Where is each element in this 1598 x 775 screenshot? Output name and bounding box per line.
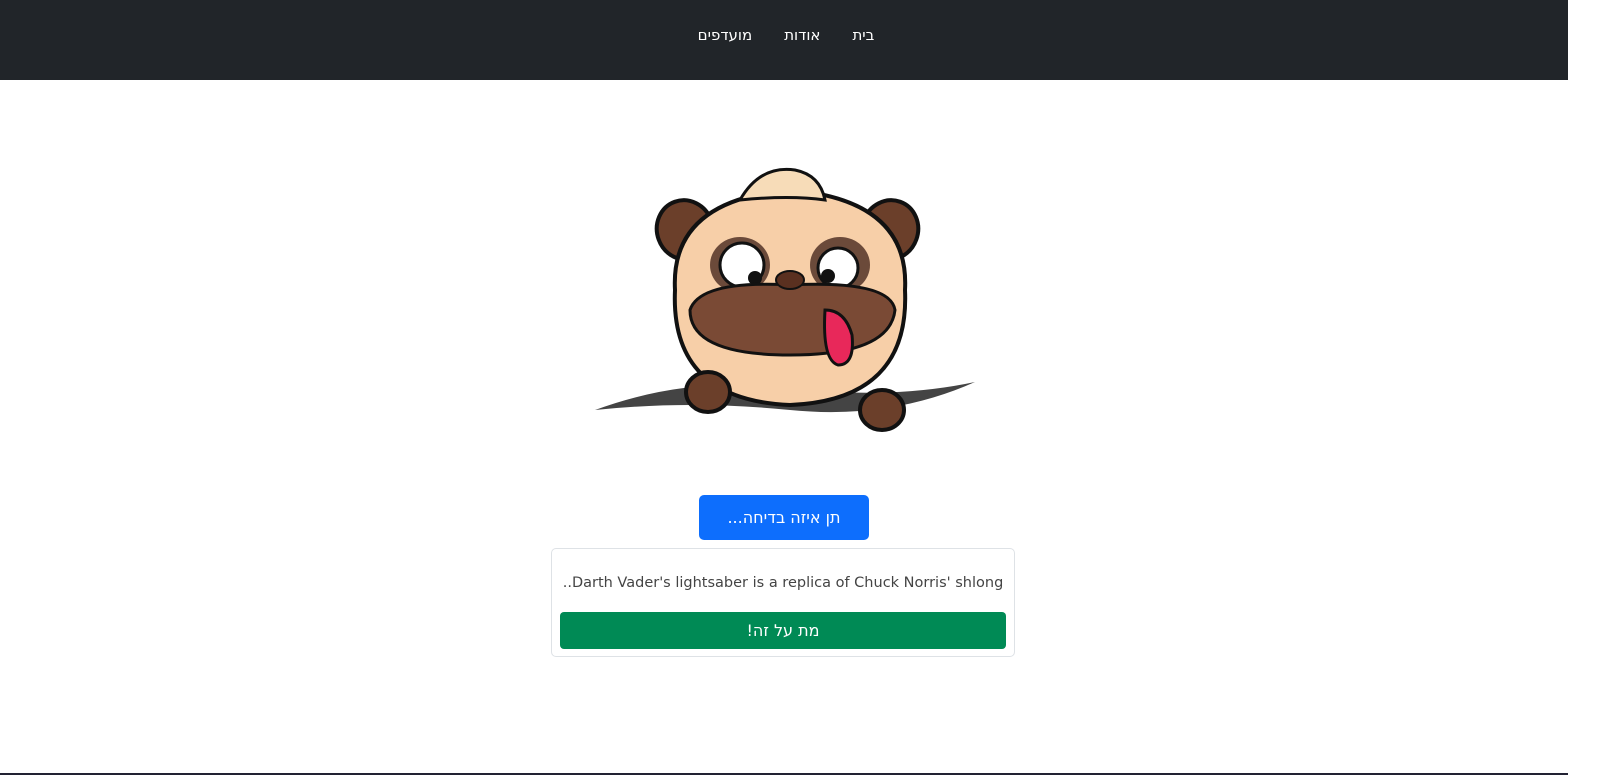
nav-links: בית אודות מועדפים [0,26,1568,44]
scrollbar[interactable] [1568,0,1598,775]
joke-text: Darth Vader's lightsaber is a replica of… [562,575,1004,591]
love-it-button[interactable]: מת על זה! [560,612,1006,649]
pug-image [595,167,975,432]
navbar: בית אודות מועדפים [0,0,1568,80]
nav-about[interactable]: אודות [784,26,820,44]
nav-favorites[interactable]: מועדפים [698,26,753,44]
get-joke-button[interactable]: תן איזה בדיחה... [699,495,869,540]
nav-home[interactable]: בית [852,26,874,44]
joke-card: Darth Vader's lightsaber is a replica of… [551,548,1015,657]
